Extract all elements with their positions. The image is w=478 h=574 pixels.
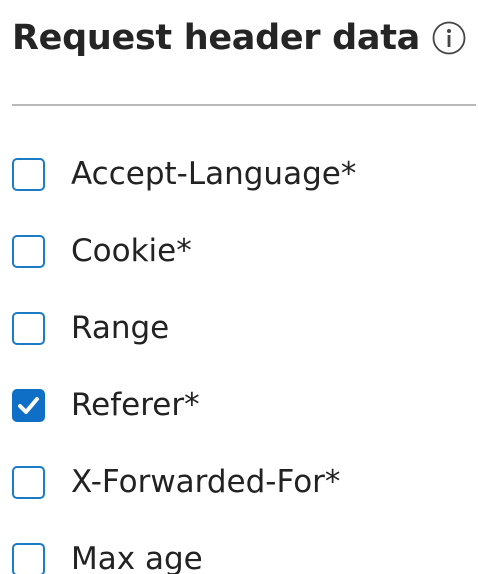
- option-label: Accept-Language*: [71, 156, 357, 192]
- option-label: Max age: [71, 541, 203, 574]
- checkbox[interactable]: [12, 234, 45, 268]
- option-max-age[interactable]: Max age: [12, 535, 203, 574]
- checkbox[interactable]: [12, 542, 45, 574]
- option-label: Cookie*: [71, 233, 192, 269]
- option-label: Referer*: [71, 387, 200, 423]
- request-header-data-panel: Request header data Accept-Language* Coo…: [0, 0, 478, 574]
- checkbox[interactable]: [12, 311, 45, 345]
- option-cookie[interactable]: Cookie*: [12, 227, 192, 275]
- checkbox[interactable]: [12, 157, 45, 191]
- option-label: Range: [71, 310, 170, 346]
- info-circle-icon[interactable]: [432, 21, 466, 55]
- checkbox[interactable]: [12, 465, 45, 499]
- option-accept-language[interactable]: Accept-Language*: [12, 150, 356, 198]
- option-referer[interactable]: Referer*: [12, 381, 200, 429]
- option-range[interactable]: Range: [12, 304, 169, 352]
- checkbox-checked[interactable]: [12, 388, 45, 422]
- section-title: Request header data: [12, 18, 420, 58]
- section-header: Request header data: [12, 16, 466, 60]
- checkmark-icon: [18, 396, 39, 414]
- section-divider: [12, 104, 476, 106]
- option-label: X-Forwarded-For*: [71, 464, 341, 500]
- option-x-forwarded-for[interactable]: X-Forwarded-For*: [12, 458, 340, 506]
